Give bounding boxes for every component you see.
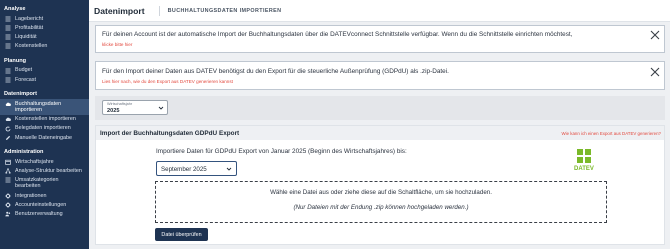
sidebar-item[interactable]: Kostenstellen <box>0 42 89 51</box>
sidebar-heading: Analyse <box>4 6 26 12</box>
fiscal-year-label: Wirtschaftsjahr <box>107 102 133 106</box>
list-icon <box>5 68 11 74</box>
setup-interface-link[interactable]: klicke bitte hier <box>102 42 132 47</box>
refresh-icon <box>5 125 11 132</box>
close-icon[interactable] <box>650 67 660 77</box>
edit-icon <box>5 135 11 141</box>
alert-text: Für den Import deiner Daten aus DATEV be… <box>102 68 449 75</box>
sidebar-item-label: Buchhaltungsdaten importieren <box>15 100 62 113</box>
gear-icon <box>5 192 11 199</box>
export-instructions-link[interactable]: Lies hier nach, wie du den Export aus DA… <box>102 79 233 84</box>
sidebar-item[interactable]: Umsatzkategorien bearbeiten <box>0 176 89 191</box>
datevconnect-alert: Für deinen Account ist der automatische … <box>95 25 665 53</box>
datev-logo-text: DATEV <box>574 166 594 172</box>
sidebar-item-label: Analyse-Struktur bearbeiten <box>15 167 82 174</box>
sidebar-item-label: Budget <box>15 67 33 74</box>
export-help-link[interactable]: Wie kann ich einen Export aus DATEV gene… <box>562 131 662 136</box>
import-range-description: Importiere Daten für GDPdU Export von Ja… <box>156 148 407 155</box>
sidebar-item[interactable]: Benutzerverwaltung <box>0 209 89 218</box>
sidebar-item-label: Integrationen <box>15 192 47 199</box>
sidebar-item[interactable]: Manuelle Dateneingabe <box>0 133 89 142</box>
sidebar-item[interactable]: Belegdaten importieren <box>0 124 89 133</box>
sidebar-item-label: Kostenstellen <box>15 43 48 50</box>
sidebar-item[interactable]: Liquidität <box>0 32 89 41</box>
check-file-button[interactable]: Datei überprüfen <box>155 228 208 241</box>
sidebar: Analyse Lagebericht Profitabilität Liquidit… <box>0 0 89 249</box>
sidebar-item[interactable]: Profitabilität <box>0 23 89 32</box>
sidebar-item[interactable]: Wirtschaftsjahre <box>0 157 89 166</box>
sidebar-item[interactable]: Buchhaltungsdaten importieren <box>0 99 89 115</box>
sidebar-item-label: Benutzerverwaltung <box>15 210 63 217</box>
list-icon <box>5 77 11 83</box>
sidebar-item[interactable]: Kostenstellen importieren <box>0 115 89 124</box>
sidebar-item[interactable]: Analyse-Struktur bearbeiten <box>0 166 89 175</box>
sidebar-item-label: Profitabilität <box>15 24 44 31</box>
alert-text: Für deinen Account ist der automatische … <box>102 31 573 38</box>
card-title: Import der Buchhaltungsdaten GDPdU Expor… <box>100 129 240 137</box>
dropzone-hint: (Nur Dateien mit der Endung .zip können … <box>293 204 469 211</box>
users-icon <box>5 211 11 217</box>
end-month-value: September 2025 <box>161 165 207 173</box>
sidebar-item-label: Lagebericht <box>15 15 44 22</box>
gdpdu-export-alert: Für den Import deiner Daten aus DATEV be… <box>95 61 665 90</box>
structure-icon <box>5 168 11 174</box>
sidebar-item-label: Kostenstellen importieren <box>15 116 76 123</box>
sidebar-item-label: Wirtschaftsjahre <box>15 158 54 165</box>
sidebar-heading: Datenimport <box>4 91 37 98</box>
list-icon <box>5 43 11 49</box>
sidebar-item-label: Umsatzkategorien bearbeiten <box>15 177 59 190</box>
sidebar-item-label: Manuelle Dateneingabe <box>15 134 72 141</box>
datev-logo: DATEV <box>574 149 594 172</box>
sidebar-item-label: Belegdaten importieren <box>15 125 71 132</box>
cloud-upload-icon <box>5 116 11 122</box>
main-content: Datenimport BUCHHALTUNGSDATEN IMPORTIERE… <box>89 0 670 249</box>
close-icon[interactable] <box>650 30 660 40</box>
cloud-upload-icon <box>5 101 11 107</box>
page-subtitle: BUCHHALTUNGSDATEN IMPORTIEREN <box>158 5 282 16</box>
list-icon <box>5 16 11 22</box>
page-title: Datenimport <box>94 5 145 16</box>
chevron-down-icon <box>226 167 232 171</box>
fiscal-year-value: 2025 <box>107 107 120 114</box>
sidebar-item[interactable]: Lagebericht <box>0 14 89 23</box>
sidebar-item[interactable]: Budget <box>0 66 89 75</box>
sidebar-item-label: Accounteinstellungen <box>15 201 67 208</box>
sidebar-item[interactable]: Integrationen <box>0 191 89 200</box>
gear-icon <box>5 202 11 208</box>
list-icon <box>5 34 11 40</box>
sidebar-heading: Administration <box>4 149 44 156</box>
end-month-select[interactable]: September 2025 <box>156 161 237 176</box>
sidebar-heading: Planung <box>4 57 27 64</box>
page-header: Datenimport BUCHHALTUNGSDATEN IMPORTIERE… <box>89 0 670 22</box>
list-icon <box>5 25 11 31</box>
calendar-icon <box>5 159 11 165</box>
gdpdu-import-card: Import der Buchhaltungsdaten GDPdU Expor… <box>95 125 665 245</box>
chevron-down-icon <box>158 106 164 110</box>
file-dropzone[interactable]: Wähle eine Datei aus oder ziehe diese au… <box>155 181 607 223</box>
dropzone-text: Wähle eine Datei aus oder ziehe diese au… <box>270 189 492 196</box>
fiscal-year-select[interactable]: Wirtschaftsjahr 2025 <box>102 100 168 115</box>
list-icon <box>5 177 11 183</box>
sidebar-item[interactable]: Forecast <box>0 75 89 84</box>
sidebar-item-label: Forecast <box>15 76 36 83</box>
card-header: Import der Buchhaltungsdaten GDPdU Expor… <box>96 126 664 140</box>
sidebar-item[interactable]: Accounteinstellungen <box>0 200 89 209</box>
fiscal-year-bar: Wirtschaftsjahr 2025 <box>95 96 665 120</box>
sidebar-item-label: Liquidität <box>15 33 37 40</box>
